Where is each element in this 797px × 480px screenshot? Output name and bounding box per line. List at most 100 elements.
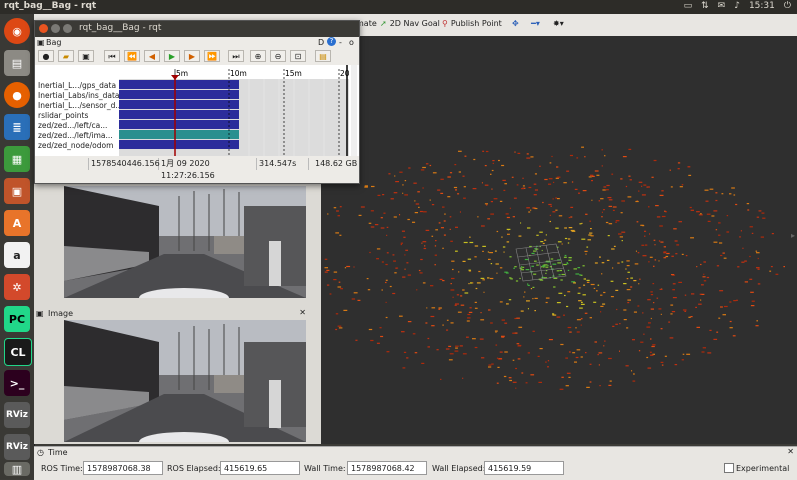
topic-label[interactable]: zed/zed.../left/ca... <box>38 121 107 130</box>
minus-tool-icon[interactable]: ━▾ <box>531 19 540 28</box>
tick-label: 15m <box>285 69 302 78</box>
calc-icon[interactable]: ▦ <box>4 146 30 172</box>
power-icon[interactable]: ⏻ <box>784 1 791 11</box>
rqt-bag-window: rqt_bag__Bag - rqt ▣ Bag D ? - o ● ▰ ▣ ⏮… <box>34 20 360 184</box>
play-icon[interactable]: ▶ <box>164 50 180 62</box>
minimize-window-icon[interactable] <box>51 24 60 33</box>
time-panel: ◷ Time ✕ ROS Time: 1578987068.38 ROS Ela… <box>34 446 797 480</box>
rewind-to-start-icon[interactable]: ⏮ <box>104 50 120 62</box>
status-date: 1月 09 2020 11:27:26.156 <box>159 158 257 180</box>
ros-time-field[interactable]: 1578987068.38 <box>83 461 163 475</box>
status-timestamp: 1578540446.156 <box>91 158 160 170</box>
bag-plugin-bar: ▣ Bag D ? - o <box>35 37 359 49</box>
zoom-in-icon[interactable]: ⊕ <box>250 50 266 62</box>
topic-label[interactable]: Inertial_Labs/ins_data <box>38 91 119 100</box>
topic-label[interactable]: zed/zed_node/odom <box>38 141 113 150</box>
zoom-out-icon[interactable]: ⊖ <box>270 50 286 62</box>
software-icon[interactable]: A <box>4 210 30 236</box>
close-plugin-icon[interactable]: o <box>349 38 354 47</box>
maximize-window-icon[interactable] <box>63 24 72 33</box>
record-icon[interactable]: ● <box>38 50 54 62</box>
minus-icon[interactable]: - <box>339 38 342 47</box>
status-spacer <box>37 158 89 170</box>
system-top-bar: rqt_bag__Bag - rqt ▭ ⇅ ✉ ♪ 15:31 ⏻ <box>0 0 797 14</box>
experimental-checkbox[interactable] <box>724 463 734 473</box>
writer-icon[interactable]: ≣ <box>4 114 30 140</box>
close-window-icon[interactable] <box>39 24 48 33</box>
topic-label[interactable]: Inertial_L.../gps_data <box>38 81 116 90</box>
status-duration: 314.547s <box>257 158 309 170</box>
publish-point-tool[interactable]: ⚲ Publish Point <box>442 19 502 28</box>
open-icon[interactable]: ▰ <box>58 50 74 62</box>
zoom-reset-icon[interactable]: ⊡ <box>290 50 306 62</box>
time-panel-icon: ◷ <box>37 448 44 457</box>
move-camera-icon[interactable]: ✥ <box>512 19 519 28</box>
tick-label: 5m <box>176 69 188 78</box>
wall-time-field[interactable]: 1578987068.42 <box>347 461 427 475</box>
thumbnails-icon[interactable]: ▤ <box>315 50 331 62</box>
rewind-icon[interactable]: ⏪ <box>124 50 140 62</box>
ubuntu-icon[interactable]: ◉ <box>4 18 30 44</box>
timeline-canvas[interactable]: 5m 10m 15m 20 <box>119 65 359 156</box>
bag-window-title: rqt_bag__Bag - rqt <box>79 23 162 33</box>
upper-image-panel <box>34 182 309 308</box>
firefox-icon[interactable]: ● <box>4 82 30 108</box>
ros-elapsed-label: ROS Elapsed: <box>167 464 221 473</box>
tick-label: 10m <box>230 69 247 78</box>
files-icon[interactable]: ▤ <box>4 50 30 76</box>
impress-icon[interactable]: ▣ <box>4 178 30 204</box>
trash-icon[interactable]: ▥ <box>4 462 30 476</box>
step-forward-icon[interactable]: ▶ <box>184 50 200 62</box>
settings-icon[interactable]: ✲ <box>4 274 30 300</box>
terminal-icon[interactable]: >_ <box>4 370 30 396</box>
ros-time-label: ROS Time: <box>41 464 83 473</box>
mail-icon[interactable]: ✉ <box>718 1 726 11</box>
nav-goal-tool[interactable]: ➚ 2D Nav Goal <box>380 19 440 28</box>
rviz-icon-2[interactable]: RViz <box>4 434 30 460</box>
rviz-3d-viewport[interactable]: ◂ ▸ <box>321 36 797 444</box>
collapse-right-icon[interactable]: ▸ <box>791 231 795 240</box>
point-cloud <box>324 146 785 390</box>
close-icon[interactable]: ✕ <box>787 447 794 456</box>
launcher: ◉ ▤ ● ≣ ▦ ▣ A a ✲ PC CL >_ RViz RViz ▥ <box>0 14 35 479</box>
interact-icon[interactable]: ✸▾ <box>553 19 564 28</box>
topic-label[interactable]: Inertial_L.../sensor_d... <box>38 101 123 110</box>
help-icon[interactable]: ? <box>327 37 336 46</box>
wall-elapsed-label: Wall Elapsed: <box>432 464 486 473</box>
bag-window-titlebar[interactable]: rqt_bag__Bag - rqt <box>35 21 359 37</box>
network-icon[interactable]: ⇅ <box>701 1 709 11</box>
clion-icon[interactable]: CL <box>4 338 32 366</box>
time-panel-title: Time <box>48 448 68 457</box>
ros-elapsed-field[interactable]: 415619.65 <box>220 461 300 475</box>
image-panel-icon: ▣ <box>36 309 44 318</box>
active-window-title: rqt_bag__Bag - rqt <box>4 1 97 11</box>
close-icon[interactable]: ✕ <box>299 308 306 317</box>
nav-goal-label: 2D Nav Goal <box>389 19 440 28</box>
dock-toggle[interactable]: D <box>318 38 324 47</box>
arrow-icon: ➚ <box>380 19 387 28</box>
wall-elapsed-field[interactable]: 415619.59 <box>484 461 564 475</box>
volume-icon[interactable]: ♪ <box>734 1 740 11</box>
pin-icon: ⚲ <box>442 19 448 28</box>
amazon-icon[interactable]: a <box>4 242 30 268</box>
tick-label: 20 <box>340 69 350 78</box>
timeline-rows <box>119 80 239 149</box>
pycharm-icon[interactable]: PC <box>4 306 30 332</box>
save-icon[interactable]: ▣ <box>78 50 94 62</box>
topic-label[interactable]: rslidar_points <box>38 111 88 120</box>
lower-image-panel: ▣ Image ✕ <box>34 308 309 444</box>
rviz-icon[interactable]: RViz <box>4 402 30 428</box>
upper-camera-image <box>64 186 306 298</box>
skip-to-end-icon[interactable]: ⏭ <box>228 50 244 62</box>
timeline-scrollbar[interactable] <box>351 65 357 156</box>
step-back-icon[interactable]: ◀ <box>144 50 160 62</box>
topic-label[interactable]: zed/zed.../left/ima... <box>38 131 113 140</box>
topic-list: Inertial_L.../gps_data Inertial_Labs/ins_… <box>35 65 123 156</box>
status-size: 148.62 GB <box>315 159 358 168</box>
keyboard-icon[interactable]: ▭ <box>684 1 693 11</box>
fast-forward-icon[interactable]: ⏩ <box>204 50 220 62</box>
clock[interactable]: 15:31 <box>749 1 775 11</box>
bag-timeline[interactable]: Inertial_L.../gps_data Inertial_Labs/ins_… <box>35 65 359 156</box>
publish-point-label: Publish Point <box>450 19 502 28</box>
system-tray: ▭ ⇅ ✉ ♪ 15:31 ⏻ <box>684 1 791 11</box>
